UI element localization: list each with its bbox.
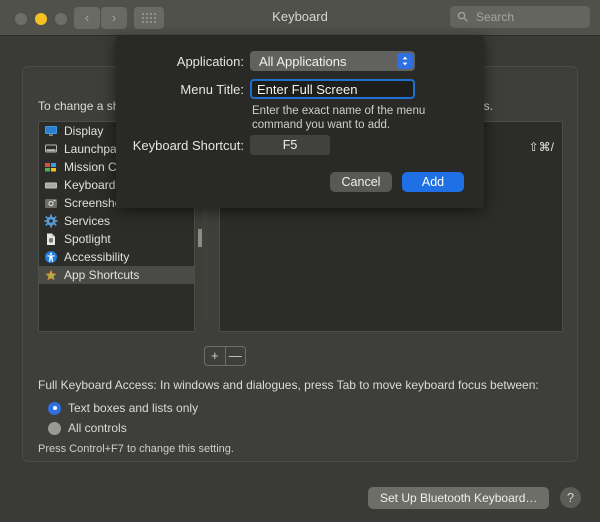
keyboard-shortcut-input[interactable]: F5: [250, 135, 330, 155]
window-titlebar: ‹ › Keyboard: [0, 0, 600, 36]
splitter-grip[interactable]: [198, 229, 202, 247]
full-keyboard-access-hint: Press Control+F7 to change this setting.: [38, 443, 234, 455]
application-popup-button[interactable]: All Applications: [250, 51, 415, 71]
add-shortcut-button[interactable]: +: [205, 347, 225, 365]
sidebar-item-app-shortcuts[interactable]: App Shortcuts: [39, 266, 194, 284]
menu-title-hint: Enter the exact name of the menu command…: [252, 105, 426, 131]
spotlight-document-icon: [44, 232, 58, 246]
display-icon: [44, 124, 58, 138]
remove-shortcut-button[interactable]: —: [226, 347, 246, 365]
sidebar-item-label: Accessibility: [64, 250, 130, 264]
radio-indicator[interactable]: [48, 421, 61, 435]
menu-title-value: Enter Full Screen: [257, 82, 358, 97]
keyboard-shortcut-label: Keyboard Shortcut:: [132, 138, 244, 153]
cancel-button[interactable]: Cancel: [330, 172, 392, 192]
sidebar-item-accessibility[interactable]: Accessibility: [39, 248, 194, 266]
search-icon: [457, 11, 468, 22]
application-selected-value: All Applications: [259, 54, 347, 69]
menu-title-label: Menu Title:: [180, 82, 244, 97]
sidebar-item-spotlight[interactable]: Spotlight: [39, 230, 194, 248]
search-field[interactable]: [450, 6, 590, 28]
chevron-up-down-icon: [397, 53, 413, 69]
screenshots-icon: [44, 196, 58, 210]
radio-all-controls[interactable]: All controls: [48, 421, 127, 435]
add-button[interactable]: Add: [402, 172, 464, 192]
application-label: Application:: [176, 54, 244, 69]
menu-title-input[interactable]: Enter Full Screen: [250, 79, 415, 99]
help-button[interactable]: ?: [560, 487, 581, 508]
radio-indicator[interactable]: [48, 401, 61, 415]
search-input[interactable]: [474, 9, 583, 25]
accessibility-icon: [44, 250, 58, 264]
radio-label: All controls: [68, 421, 127, 435]
sidebar-item-label: App Shortcuts: [64, 268, 140, 282]
shortcut-key: ⇧⌘/: [528, 140, 554, 154]
sidebar-item-services[interactable]: Services: [39, 212, 194, 230]
add-remove-control[interactable]: + —: [204, 346, 246, 366]
preferences-window: ‹ › Keyboard To change a shortcut, selec…: [0, 0, 600, 522]
add-shortcut-sheet: Application: All Applications Menu Title…: [116, 36, 484, 208]
set-up-bluetooth-keyboard-button[interactable]: Set Up Bluetooth Keyboard…: [368, 487, 550, 509]
services-gear-icon: [44, 214, 58, 228]
app-shortcuts-icon: [44, 268, 58, 282]
radio-text-boxes-and-lists-only[interactable]: Text boxes and lists only: [48, 401, 198, 415]
radio-label: Text boxes and lists only: [68, 401, 199, 415]
mission-control-icon: [44, 160, 58, 174]
sidebar-item-label: Spotlight: [64, 232, 111, 246]
keyboard-icon: [44, 178, 58, 192]
full-keyboard-access-label: Full Keyboard Access: In windows and dia…: [38, 378, 539, 392]
sidebar-item-label: Keyboard: [64, 178, 116, 192]
sidebar-item-label: Services: [64, 214, 111, 228]
sidebar-item-label: Display: [64, 124, 104, 138]
